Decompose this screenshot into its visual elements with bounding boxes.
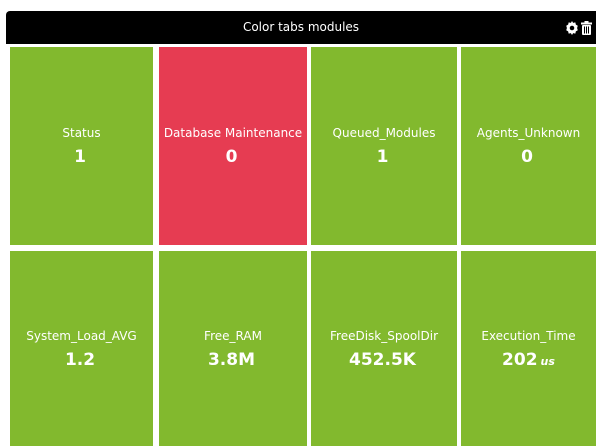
module-unit: us	[540, 354, 555, 368]
widget-header: Color tabs modules	[6, 11, 596, 44]
widget-header-icons	[565, 11, 592, 44]
module-value: 202 us	[502, 349, 555, 370]
module-tile-database-maintenance[interactable]: Database Maintenance 0	[159, 47, 307, 245]
gear-icon[interactable]	[565, 20, 579, 35]
module-value: 1	[74, 147, 86, 167]
module-label: FreeDisk_SpoolDir	[330, 328, 438, 343]
module-tile-execution-time[interactable]: Execution_Time 202 us	[461, 251, 596, 446]
module-value: 0	[225, 147, 238, 167]
module-value: 1	[376, 147, 389, 167]
module-label: Status	[62, 126, 101, 140]
module-label: Free_RAM	[204, 328, 262, 343]
color-tabs-widget: Color tabs modules Status 1 Database Mai…	[6, 11, 596, 446]
module-tile-free-ram[interactable]: Free_RAM 3.8M	[159, 251, 307, 446]
trash-icon[interactable]	[581, 20, 592, 35]
module-tile-freedisk-spooldir[interactable]: FreeDisk_SpoolDir 452.5K	[311, 251, 457, 446]
module-label: Agents_Unknown	[476, 126, 581, 140]
module-label: Database Maintenance	[163, 126, 303, 140]
module-label: System_Load_AVG	[26, 328, 137, 343]
module-tile-queued-modules[interactable]: Queued_Modules 1	[311, 47, 457, 245]
module-label: Execution_Time	[481, 328, 576, 343]
module-tile-system-load-avg[interactable]: System_Load_AVG 1.2	[10, 251, 153, 446]
module-tile-agents-unknown[interactable]: Agents_Unknown 0	[461, 47, 596, 245]
module-value: 1.2	[64, 349, 96, 370]
module-value: 3.8M	[207, 349, 256, 370]
module-value: 452.5K	[349, 349, 416, 370]
module-tile-status[interactable]: Status 1	[10, 47, 153, 245]
module-label: Queued_Modules	[332, 126, 436, 140]
module-value: 0	[521, 147, 533, 167]
modules-grid: Status 1 Database Maintenance 0 Queued_M…	[6, 47, 596, 446]
widget-title: Color tabs modules	[242, 20, 360, 34]
